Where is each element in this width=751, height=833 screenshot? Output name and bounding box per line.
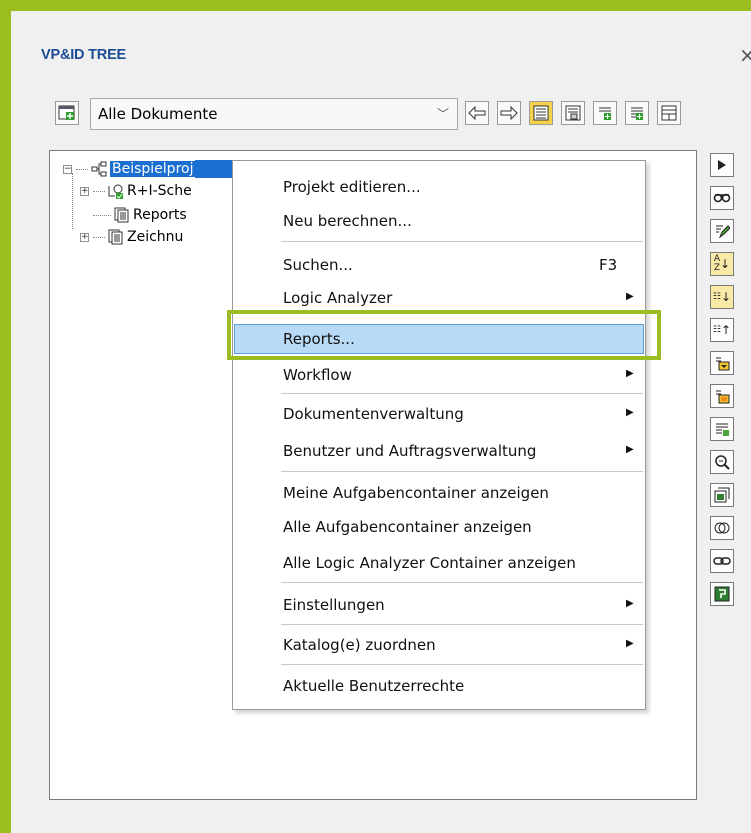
menu-item-alle-aufgabencontainer[interactable]: Alle Aufgabencontainer anzeigen [234, 512, 644, 542]
menu-item-dokumentenverwaltung[interactable]: Dokumentenverwaltung ▶ [234, 399, 644, 429]
tree-node[interactable]: + Zeichnu [80, 226, 183, 248]
menu-item-alle-logic-analyzer-container[interactable]: Alle Logic Analyzer Container anzeigen [234, 548, 644, 578]
submenu-arrow-icon: ▶ [626, 368, 634, 379]
menu-separator [281, 582, 643, 583]
new-window-icon[interactable] [55, 101, 79, 125]
back-arrow-icon[interactable] [465, 101, 489, 125]
documents-icon [107, 229, 124, 246]
tree-node[interactable]: + R+I-Sche [80, 180, 192, 202]
zoom-icon[interactable] [710, 450, 734, 474]
menu-item-einstellungen[interactable]: Einstellungen ▶ [234, 590, 644, 620]
menu-item-workflow[interactable]: Workflow ▶ [234, 360, 644, 390]
shortcut-label: F3 [599, 256, 618, 274]
context-menu: Projekt editieren... Neu berechnen... Su… [232, 160, 646, 710]
menu-item-meine-aufgabencontainer[interactable]: Meine Aufgabencontainer anzeigen [234, 478, 644, 508]
add-list-icon[interactable] [625, 101, 649, 125]
menu-item-suchen[interactable]: Suchen... F3 [234, 250, 644, 280]
tree-node[interactable]: Reports [93, 204, 187, 226]
sort-down-icon[interactable]: ☷ ↓ [710, 285, 734, 309]
list-add-icon[interactable] [710, 417, 734, 441]
binoculars-icon[interactable] [710, 186, 734, 210]
menu-separator [281, 241, 643, 242]
menu-item-neu-berechnen[interactable]: Neu berechnen... [234, 206, 644, 236]
documents-icon [113, 207, 130, 224]
project-icon [90, 161, 107, 178]
link-icon[interactable] [710, 549, 734, 573]
submenu-arrow-icon: ▶ [626, 598, 634, 609]
menu-item-aktuelle-benutzerrechte[interactable]: Aktuelle Benutzerrechte [234, 671, 644, 701]
tree-root-label: Beispielproj [110, 161, 196, 177]
document-filter-dropdown[interactable]: Alle Dokumente ﹀ [90, 98, 458, 130]
compare-icon[interactable] [710, 516, 734, 540]
export-icon[interactable] [710, 483, 734, 507]
submenu-arrow-icon: ▶ [626, 638, 634, 649]
menu-item-logic-analyzer[interactable]: Logic Analyzer ▶ [234, 283, 644, 313]
filter-list-icon[interactable] [710, 351, 734, 375]
report-icon[interactable] [710, 582, 734, 606]
list-detail-icon[interactable] [561, 101, 585, 125]
menu-separator [281, 393, 643, 394]
highlight-frame [227, 310, 661, 360]
submenu-arrow-icon: ▶ [626, 444, 634, 455]
expand-icon[interactable]: + [80, 186, 89, 196]
play-icon[interactable] [710, 153, 734, 177]
expand-icon[interactable]: + [80, 232, 89, 242]
forward-arrow-icon[interactable] [497, 101, 521, 125]
close-icon[interactable]: × [739, 43, 751, 67]
submenu-arrow-icon: ▶ [626, 407, 634, 418]
grid-icon[interactable] [657, 101, 681, 125]
filter-list-alt-icon[interactable] [710, 384, 734, 408]
menu-separator [281, 471, 643, 472]
tree-node-label: Reports [133, 207, 187, 223]
menu-separator [281, 664, 643, 665]
tree-node-label: R+I-Sche [127, 183, 192, 199]
list-view-icon[interactable] [529, 101, 553, 125]
panel-title: VP&ID TREE [41, 47, 127, 63]
chevron-down-icon: ﹀ [436, 107, 449, 121]
menu-item-kataloge-zuordnen[interactable]: Katalog(e) zuordnen ▶ [234, 630, 644, 660]
menu-item-projekt-editieren[interactable]: Projekt editieren... [234, 172, 644, 202]
collapse-icon[interactable]: − [63, 164, 72, 174]
menu-separator [281, 624, 643, 625]
add-item-icon[interactable] [593, 101, 617, 125]
tree-node-label: Zeichnu [127, 229, 184, 245]
sort-az-icon[interactable]: A Z ↓ [710, 252, 734, 276]
menu-item-benutzer-auftragsverwaltung[interactable]: Benutzer und Auftragsverwaltung ▶ [234, 436, 644, 466]
edit-icon[interactable] [710, 219, 734, 243]
submenu-arrow-icon: ▶ [626, 291, 634, 302]
pid-diagram-icon [107, 183, 124, 200]
document-filter-value: Alle Dokumente [98, 105, 218, 123]
sort-up-icon[interactable]: ☷ ↑ [710, 318, 734, 342]
